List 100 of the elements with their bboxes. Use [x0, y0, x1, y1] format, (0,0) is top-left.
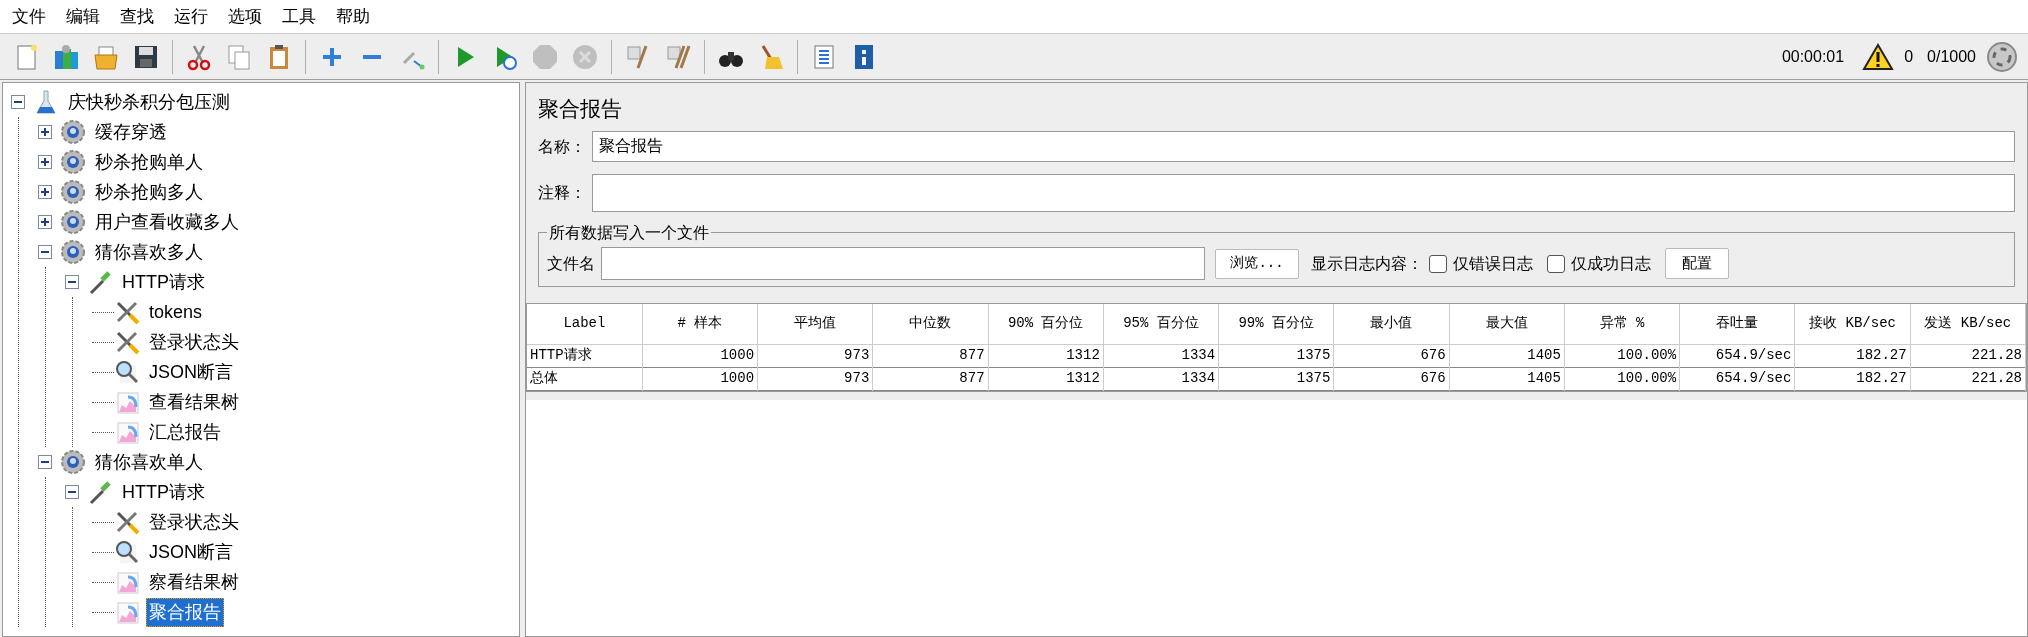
collapse-toggle-icon[interactable]: [65, 485, 79, 499]
table-cell: 1405: [1449, 367, 1565, 390]
tree-item[interactable]: 登录状态头: [146, 507, 242, 537]
column-header[interactable]: 最小值: [1333, 304, 1450, 344]
menu-item[interactable]: 运行: [168, 3, 214, 30]
tree-item[interactable]: 登录状态头: [146, 327, 242, 357]
column-header[interactable]: 95% 百分位: [1103, 304, 1219, 344]
table-cell: 100.00%: [1564, 367, 1680, 390]
tree-item[interactable]: JSON断言: [146, 357, 236, 387]
column-header[interactable]: 90% 百分位: [988, 304, 1104, 344]
log-content-label: 显示日志内容：: [1311, 253, 1423, 274]
tree-item[interactable]: 秒杀抢购单人: [92, 147, 206, 177]
column-header[interactable]: 发送 KB/sec: [1910, 304, 2026, 344]
table-cell: 1334: [1103, 344, 1219, 367]
table-cell: 1375: [1218, 344, 1334, 367]
panel-title: 聚合报告: [538, 96, 623, 122]
checkbox-label: 仅成功日志: [1571, 253, 1651, 274]
column-header[interactable]: Label: [527, 304, 643, 344]
thread-count: 0/1000: [1927, 46, 1976, 67]
magnifier-icon: [114, 539, 140, 565]
tree-item[interactable]: HTTP请求: [119, 267, 208, 297]
tree-item[interactable]: tokens: [146, 297, 206, 327]
configure-button[interactable]: 配置: [1665, 248, 1729, 279]
column-header[interactable]: 99% 百分位: [1218, 304, 1334, 344]
name-field[interactable]: 聚合报告: [592, 131, 2015, 162]
table-cell: 总体: [527, 367, 643, 390]
comment-field[interactable]: [592, 174, 2015, 212]
checkbox-label: 仅错误日志: [1453, 253, 1533, 274]
gear-icon: [60, 209, 86, 235]
warning-count: 0: [1904, 46, 1914, 67]
table-cell: 973: [757, 344, 873, 367]
table-cell: 100.00%: [1564, 344, 1680, 367]
checkbox[interactable]: [1547, 254, 1565, 273]
collapse-toggle-icon[interactable]: [38, 455, 52, 469]
tree-item[interactable]: 用户查看收藏多人: [92, 207, 242, 237]
tree-item[interactable]: 汇总报告: [146, 417, 224, 447]
chart-icon: [114, 569, 140, 595]
menu-item[interactable]: 帮助: [330, 3, 376, 30]
table-cell: 1375: [1218, 367, 1334, 390]
crossed-tools-icon: [114, 329, 140, 355]
column-header[interactable]: 平均值: [757, 304, 873, 344]
table-cell: 1405: [1449, 344, 1565, 367]
circle-icon[interactable]: [1986, 40, 2018, 73]
column-header[interactable]: 接收 KB/sec: [1794, 304, 1911, 344]
pipette-icon: [87, 269, 113, 295]
collapse-toggle-icon[interactable]: [65, 275, 79, 289]
expand-toggle-icon[interactable]: [38, 155, 52, 169]
table-cell: 973: [757, 367, 873, 390]
tree-item[interactable]: 猜你喜欢单人: [92, 447, 206, 477]
expand-toggle-icon[interactable]: [38, 185, 52, 199]
menu-item[interactable]: 查找: [114, 3, 160, 30]
gear-icon: [60, 239, 86, 265]
chart-icon: [114, 389, 140, 415]
table-cell: 676: [1333, 344, 1450, 367]
table-cell: 221.28: [1910, 344, 2026, 367]
filename-label: 文件名: [547, 253, 595, 274]
table-cell: 1334: [1103, 367, 1219, 390]
tree-item[interactable]: JSON断言: [146, 537, 236, 567]
column-header[interactable]: 异常 %: [1564, 304, 1680, 344]
table-cell: 877: [872, 344, 989, 367]
table-cell: 1312: [988, 344, 1104, 367]
column-header[interactable]: 吞吐量: [1679, 304, 1795, 344]
table-cell: 1312: [988, 367, 1104, 390]
expand-toggle-icon[interactable]: [38, 125, 52, 139]
menu-item[interactable]: 工具: [276, 3, 322, 30]
collapse-toggle-icon[interactable]: [11, 95, 25, 109]
tree-item[interactable]: 聚合报告: [146, 597, 224, 627]
menu-item[interactable]: 选项: [222, 3, 268, 30]
tree-item[interactable]: 缓存穿透: [92, 117, 170, 147]
tree-item[interactable]: 庆快秒杀积分包压测: [65, 87, 233, 117]
books-icon[interactable]: [52, 42, 80, 71]
name-label: 名称：: [538, 136, 586, 157]
expand-toggle-icon[interactable]: [38, 215, 52, 229]
table-cell: 1000: [642, 344, 758, 367]
menu-item[interactable]: 文件: [6, 3, 52, 30]
pipette-icon: [87, 479, 113, 505]
column-header[interactable]: 最大值: [1449, 304, 1565, 344]
chart-icon: [114, 419, 140, 445]
browse-button[interactable]: 浏览...: [1215, 248, 1299, 279]
magnifier-icon: [114, 359, 140, 385]
table-cell: 676: [1333, 367, 1450, 390]
comment-label: 注释：: [538, 183, 586, 203]
table-cell: 221.28: [1910, 367, 2026, 390]
tree-item[interactable]: 秒杀抢购多人: [92, 177, 206, 207]
menu-item[interactable]: 编辑: [60, 3, 106, 30]
filename-field[interactable]: [601, 247, 1205, 280]
gear-icon: [60, 119, 86, 145]
column-header[interactable]: 中位数: [872, 304, 989, 344]
collapse-toggle-icon[interactable]: [38, 245, 52, 259]
elapsed-time: 00:00:01: [1781, 46, 1845, 67]
tree-item[interactable]: HTTP请求: [119, 477, 208, 507]
flask-icon: [33, 89, 59, 115]
gear-icon: [60, 149, 86, 175]
tree-item[interactable]: 查看结果树: [146, 387, 242, 417]
tree-item[interactable]: 察看结果树: [146, 567, 242, 597]
column-header[interactable]: # 样本: [642, 304, 758, 344]
tree-item[interactable]: 猜你喜欢多人: [92, 237, 206, 267]
table-cell: 1000: [642, 367, 758, 390]
warning-icon[interactable]: [1862, 42, 1895, 71]
checkbox[interactable]: [1429, 254, 1447, 273]
